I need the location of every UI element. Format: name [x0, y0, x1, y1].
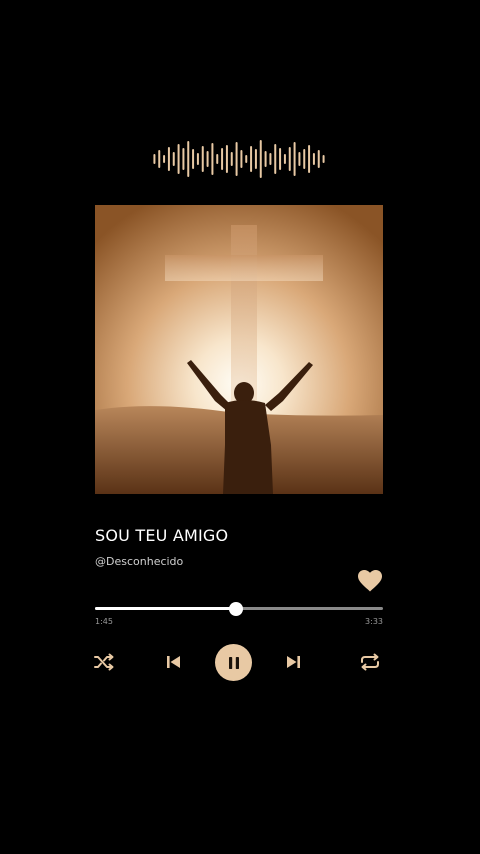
waveform-bar — [182, 148, 185, 170]
waveform-bar — [322, 155, 325, 163]
waveform-bar — [288, 147, 291, 171]
waveform-bar — [274, 144, 277, 174]
waveform-icon — [152, 139, 326, 179]
waveform-bar — [308, 145, 311, 173]
waveform-bar — [303, 149, 306, 169]
skip-next-icon — [287, 656, 300, 668]
previous-button[interactable] — [162, 650, 186, 674]
waveform-bar — [172, 152, 175, 166]
repeat-icon — [361, 653, 379, 671]
waveform-bar — [216, 154, 219, 164]
waveform-bar — [298, 152, 301, 166]
waveform-bar — [201, 146, 204, 172]
waveform-bar — [259, 140, 262, 178]
skip-previous-icon — [167, 656, 180, 668]
waveform-bar — [283, 154, 286, 164]
waveform-bar — [177, 144, 180, 174]
pause-button[interactable] — [215, 644, 252, 681]
repeat-button[interactable] — [358, 650, 382, 674]
waveform-bar — [196, 153, 199, 165]
track-title: SOU TEU AMIGO — [95, 526, 229, 545]
waveform-bar — [211, 143, 214, 175]
waveform-bar — [317, 150, 320, 168]
waveform-bar — [192, 149, 195, 169]
waveform-bar — [279, 148, 282, 170]
waveform-bar — [153, 154, 156, 164]
waveform-bar — [187, 141, 190, 177]
waveform-bar — [230, 152, 233, 166]
waveform-bar — [235, 142, 238, 176]
waveform-bar — [264, 151, 267, 167]
album-art — [95, 205, 383, 494]
waveform-bar — [312, 153, 315, 165]
progress-fill — [95, 607, 237, 610]
waveform-bar — [158, 150, 161, 168]
shuffle-button[interactable] — [92, 650, 116, 674]
waveform-bar — [167, 147, 170, 171]
progress-knob[interactable] — [229, 602, 244, 616]
shuffle-icon — [94, 653, 114, 671]
total-time: 3:33 — [365, 617, 383, 626]
pause-icon — [228, 656, 239, 669]
waveform-bar — [240, 150, 243, 168]
progress-slider[interactable] — [95, 602, 383, 616]
waveform-bar — [269, 153, 272, 165]
waveform-bar — [221, 148, 224, 170]
next-button[interactable] — [281, 650, 305, 674]
waveform-bar — [254, 149, 257, 169]
elapsed-time: 1:45 — [95, 617, 113, 626]
heart-icon[interactable] — [357, 569, 383, 593]
waveform-bar — [163, 155, 166, 163]
track-artist[interactable]: @Desconhecido — [95, 555, 183, 568]
waveform-bar — [206, 151, 209, 167]
waveform-bar — [250, 146, 253, 172]
waveform-bar — [225, 145, 228, 173]
waveform-bar — [245, 155, 248, 163]
waveform-bar — [293, 142, 296, 176]
